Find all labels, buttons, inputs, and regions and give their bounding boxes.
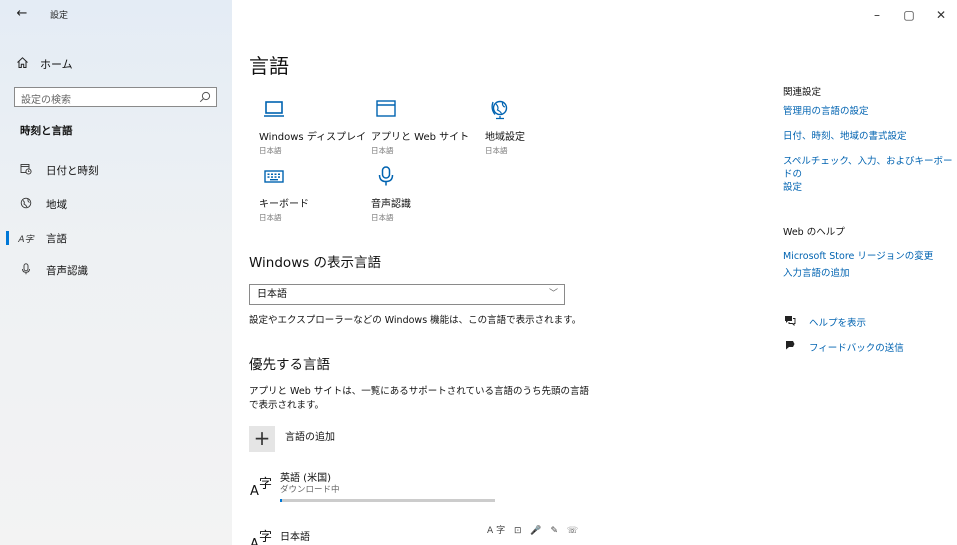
display-language-description: 設定やエクスプローラーなどの Windows 機能は、この言語で表示されます。 [249, 315, 582, 326]
home-icon [14, 56, 30, 73]
link-line: スペルチェック、入力、およびキーボードの [783, 156, 953, 180]
page-title: 言語 [249, 54, 289, 78]
language-name: 日本語 [280, 532, 310, 543]
feedback-icon [783, 339, 797, 354]
language-item-japanese[interactable]: A字 日本語 A字 ⊡ 🎤 ✎ ☏ [249, 522, 589, 545]
description-line: アプリと Web サイトは、一覧にあるサポートされている言語のうち先頭の言語 [249, 386, 589, 397]
language-glyph-icon: A字 [250, 530, 272, 545]
tile-name: Windows ディスプレイ [259, 132, 367, 143]
sidebar-item-label: 言語 [46, 232, 67, 245]
related-settings-heading: 関連設定 [783, 87, 822, 98]
keyboard-icon [264, 170, 284, 183]
search-input[interactable] [15, 91, 196, 110]
app-title: 設定 [50, 11, 69, 21]
svg-text:A: A [250, 537, 259, 545]
svg-text:字: 字 [259, 477, 272, 492]
tile-region-settings[interactable]: 地域設定 日本語 [485, 98, 595, 156]
display-language-heading: Windows の表示言語 [249, 255, 382, 271]
display-language-select[interactable]: 日本語 ﹀ [249, 284, 565, 305]
link-line: 設定 [783, 182, 803, 193]
maximize-button[interactable]: ▢ [893, 0, 925, 30]
get-help-link[interactable]: ヘルプを表示 [783, 315, 866, 329]
link-admin-language[interactable]: 管理用の言語の設定 [783, 105, 953, 118]
language-feature-icons: A字 ⊡ 🎤 ✎ ☏ [487, 526, 582, 536]
language-name: 英語 (米国) [280, 473, 331, 484]
sidebar: ← 設定 ホーム 時刻と言語 日付と時刻 地域 A字 [0, 0, 232, 545]
sidebar-item-label: 日付と時刻 [46, 164, 99, 177]
link-store-region[interactable]: Microsoft Store リージョンの変更 [783, 250, 953, 263]
tile-name: 地域設定 [485, 132, 525, 143]
tile-value: 日本語 [371, 146, 394, 155]
help-label: ヘルプを表示 [809, 318, 867, 329]
globe-icon [18, 197, 34, 212]
tile-keyboard[interactable]: キーボード 日本語 [259, 165, 369, 223]
section-title: 時刻と言語 [20, 125, 73, 137]
tile-value: 日本語 [259, 146, 282, 155]
minimize-button[interactable]: – [861, 0, 893, 30]
sidebar-item-label: 音声認識 [46, 264, 88, 277]
home-link[interactable]: ホーム [14, 53, 214, 75]
web-help: Web のヘルプ Microsoft Store リージョンの変更 入力言語の追… [783, 224, 953, 280]
calendar-clock-icon [18, 163, 34, 178]
selected-value: 日本語 [257, 289, 287, 300]
language-status: ダウンロード中 [280, 485, 340, 495]
window-controls: – ▢ ✕ [861, 0, 957, 30]
home-label: ホーム [40, 58, 73, 71]
svg-text:字: 字 [259, 530, 272, 545]
tile-name: 音声認識 [371, 199, 411, 210]
language-icon: A字 [18, 234, 34, 245]
settings-window: ← 設定 ホーム 時刻と言語 日付と時刻 地域 A字 [0, 0, 957, 545]
tile-apps-websites[interactable]: アプリと Web サイト 日本語 [371, 98, 481, 156]
tile-speech[interactable]: 音声認識 日本語 [371, 165, 481, 223]
tile-value: 日本語 [259, 213, 282, 222]
chevron-down-icon: ﹀ [548, 289, 558, 299]
tile-value: 日本語 [371, 213, 394, 222]
sidebar-item-region[interactable]: 地域 [0, 192, 232, 216]
microphone-icon [18, 262, 34, 278]
download-progress-bar [280, 499, 495, 502]
display-icon [264, 101, 284, 117]
tile-windows-display[interactable]: Windows ディスプレイ 日本語 [259, 98, 369, 156]
related-settings: 関連設定 管理用の言語の設定 日付、時刻、地域の書式設定 スペルチェック、入力、… [783, 84, 953, 194]
tile-value: 日本語 [485, 146, 508, 155]
plus-icon: + [249, 426, 275, 452]
search-icon[interactable] [199, 91, 211, 103]
sidebar-item-speech[interactable]: 音声認識 [0, 258, 232, 282]
tile-name: アプリと Web サイト [371, 132, 470, 143]
back-button[interactable]: ← [14, 6, 30, 22]
link-add-input-language[interactable]: 入力言語の追加 [783, 267, 953, 280]
language-item-english[interactable]: A字 英語 (米国) ダウンロード中 [249, 469, 589, 509]
add-language-button[interactable]: + 言語の追加 [249, 426, 335, 454]
link-date-time-format[interactable]: 日付、時刻、地域の書式設定 [783, 130, 953, 143]
web-help-heading: Web のヘルプ [783, 227, 845, 238]
help-chat-icon [783, 315, 797, 329]
microphone-icon [378, 166, 394, 186]
close-button[interactable]: ✕ [925, 0, 957, 30]
feedback-label: フィードバックの送信 [809, 342, 904, 354]
sidebar-item-label: 地域 [46, 198, 67, 211]
tile-name: キーボード [259, 199, 309, 210]
link-spelling-typing-keyboard[interactable]: スペルチェック、入力、およびキーボードの 設定 [783, 155, 953, 194]
sidebar-item-date-time[interactable]: 日付と時刻 [0, 158, 232, 182]
sidebar-item-language[interactable]: A字 言語 [0, 226, 232, 250]
window-icon [376, 100, 396, 117]
download-progress-fill [280, 499, 283, 502]
svg-text:A: A [250, 484, 259, 499]
region-globe-icon [491, 100, 508, 120]
title-bar: ← 設定 [0, 0, 232, 30]
settings-search[interactable] [14, 87, 217, 110]
language-glyph-icon: A字 [250, 477, 272, 499]
description-line: で表示されます。 [249, 400, 325, 411]
send-feedback-link[interactable]: フィードバックの送信 [783, 339, 904, 354]
add-language-label: 言語の追加 [285, 432, 335, 443]
preferred-languages-description: アプリと Web サイトは、一覧にあるサポートされている言語のうち先頭の言語 で… [249, 385, 589, 413]
preferred-languages-heading: 優先する言語 [249, 357, 330, 373]
